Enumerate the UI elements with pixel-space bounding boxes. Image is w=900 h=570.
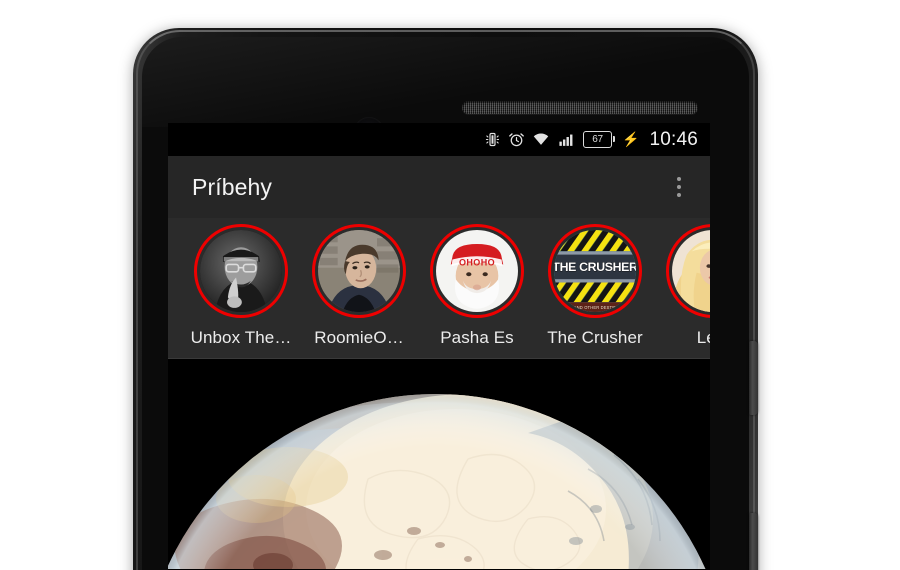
story-item[interactable]: OHOHO Pasha Es — [418, 224, 536, 348]
roomieofficial-avatar — [318, 230, 400, 312]
pluto-video-thumbnail[interactable] — [168, 359, 710, 569]
vibrate-icon — [484, 131, 501, 148]
volume-button[interactable] — [749, 513, 758, 570]
stories-panel: Unbox The… RoomieO… OHOHO Pasha Es THE C… — [168, 218, 710, 359]
story-label: Unbox The… — [190, 328, 292, 347]
story-item[interactable]: RoomieO… — [300, 224, 418, 348]
wifi-icon — [532, 131, 550, 148]
story-item[interactable]: Lele — [654, 224, 710, 348]
status-bar: 67 ⚡ 10:46 — [168, 123, 710, 156]
battery-level-label: 67 — [592, 133, 603, 145]
alarm-icon — [508, 131, 525, 148]
earpiece-speaker-icon — [462, 101, 698, 114]
story-label: The Crusher — [547, 328, 643, 347]
svg-text:OHOHO: OHOHO — [459, 257, 495, 267]
story-label: Lele — [696, 328, 710, 347]
status-bar-icons: 67 ⚡ 10:46 — [484, 129, 698, 151]
unbox-therapy-avatar — [200, 230, 282, 312]
video-feed-area[interactable] — [168, 359, 710, 569]
charging-bolt-icon: ⚡ — [622, 131, 640, 147]
battery-indicator: 67 — [583, 131, 616, 148]
story-item[interactable]: THE CRUSHER PRESS AND OTHER DESTRUCTION … — [536, 224, 654, 348]
story-item[interactable]: Unbox The… — [182, 224, 300, 348]
story-label: RoomieO… — [314, 328, 404, 347]
power-button[interactable] — [749, 341, 758, 415]
story-ring-unread — [312, 224, 406, 318]
the-crusher-avatar: THE CRUSHER PRESS AND OTHER DESTRUCTION — [554, 230, 636, 312]
story-ring-unread — [666, 224, 710, 318]
story-ring-unread: OHOHO — [430, 224, 524, 318]
story-label: Pasha Es — [440, 328, 514, 347]
page-title: Príbehy — [192, 173, 272, 200]
pasha-es-avatar: OHOHO — [436, 230, 518, 312]
svg-text:THE CRUSHER: THE CRUSHER — [554, 260, 636, 274]
lele-avatar — [672, 230, 710, 312]
screenshot-canvas: 67 ⚡ 10:46 Príbehy Unbox The… RoomieO… O… — [0, 0, 900, 570]
story-ring-unread: THE CRUSHER PRESS AND OTHER DESTRUCTION — [548, 224, 642, 318]
stories-row[interactable]: Unbox The… RoomieO… OHOHO Pasha Es THE C… — [168, 224, 710, 348]
app-bar: Príbehy — [168, 156, 710, 218]
svg-text:PRESS AND OTHER DESTRUCTION: PRESS AND OTHER DESTRUCTION — [558, 305, 632, 310]
story-ring-unread — [194, 224, 288, 318]
cellular-signal-icon — [557, 131, 576, 148]
status-bar-clock: 10:46 — [649, 128, 698, 150]
overflow-menu-icon[interactable] — [666, 172, 692, 202]
phone-screen: 67 ⚡ 10:46 Príbehy Unbox The… RoomieO… O… — [168, 123, 710, 570]
